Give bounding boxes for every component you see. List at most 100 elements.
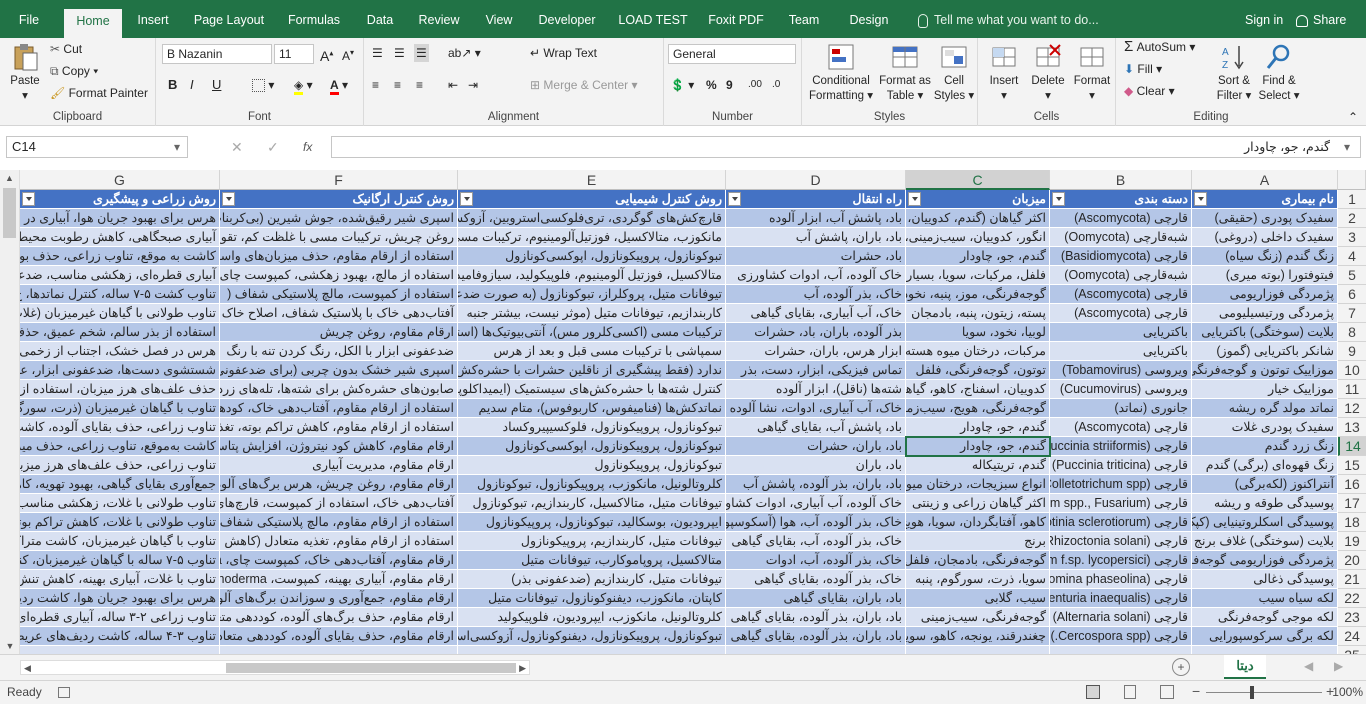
table-cell[interactable]: برنج: [906, 532, 1050, 551]
table-cell[interactable]: خاک آلوده، آب آبیاری، ادوات کشاورزی: [726, 494, 906, 513]
table-cell[interactable]: باد، باران، بذر آلوده، بقایای گیاهی: [726, 608, 906, 627]
table-cell[interactable]: قارچی (Ascomycota): [1050, 285, 1192, 304]
table-cell[interactable]: کلروتالونیل، مانکوزب، پروپیکونازول، تبوک…: [458, 475, 726, 494]
table-cell[interactable]: آبیاری صبحگاهی، کاهش رطوبت محیط: [20, 228, 220, 247]
table-cell[interactable]: گوجه‌فرنگی، سیب‌زمینی: [906, 608, 1050, 627]
table-cell[interactable]: کاشت به موقع، تناوب زراعی، حذف بوته: [20, 247, 220, 266]
row-header[interactable]: 17: [1338, 494, 1366, 513]
column-header-d[interactable]: D: [726, 170, 906, 190]
table-cell[interactable]: کاهو، آفتابگردان، سویا، هویج: [906, 513, 1050, 532]
tab-developer[interactable]: Developer: [534, 8, 600, 38]
row-header[interactable]: 23: [1338, 608, 1366, 627]
paste-button[interactable]: Paste ▾: [6, 42, 44, 104]
table-cell[interactable]: پژمردگی فوزاریومی گوجه‌فرنگی: [1192, 551, 1338, 570]
table-cell[interactable]: کدوییان، اسفناج، کاهو، گیاهان: [906, 380, 1050, 399]
sheet-tab-active[interactable]: دیتا: [1224, 655, 1266, 679]
table-cell[interactable]: [1192, 646, 1338, 654]
zoom-slider[interactable]: [1206, 692, 1322, 693]
sort-filter-button[interactable]: AZ Sort & Filter ▾: [1214, 42, 1254, 104]
table-cell[interactable]: باد، باران، بذر آلوده، بقایای گیاهی: [726, 627, 906, 646]
cut-button[interactable]: ✂ Cut: [50, 40, 82, 58]
table-cell[interactable]: هرس در فصل خشک، اجتناب از زخمی کردن: [20, 342, 220, 361]
tab-load-test[interactable]: LOAD TEST: [614, 8, 692, 38]
table-cell[interactable]: لوبیا، نخود، سویا: [906, 323, 1050, 342]
table-cell[interactable]: قارچی (Fusarium oxysporum f.sp. lycopers…: [1050, 551, 1192, 570]
increase-indent-button[interactable]: ⇥: [468, 76, 478, 94]
table-cell[interactable]: تناوب زراعی، حذف علف‌های هرز میزبان: [20, 456, 220, 475]
tab-foxit-pdf[interactable]: Foxit PDF: [704, 8, 768, 38]
share-button[interactable]: Share: [1296, 8, 1346, 32]
row-header[interactable]: 18: [1338, 513, 1366, 532]
align-right-button[interactable]: ≡: [416, 76, 423, 94]
table-cell[interactable]: لکه موجی گوجه‌فرنگی: [1192, 608, 1338, 627]
column-header-b[interactable]: B: [1050, 170, 1192, 190]
copy-button[interactable]: ⧉ Copy ▾: [50, 62, 98, 80]
table-cell[interactable]: زنگ زرد گندم: [1192, 437, 1338, 456]
table-cell[interactable]: بلایت (سوختگی) باکتریایی: [1192, 323, 1338, 342]
table-header-cell[interactable]: نام بیماری: [1192, 190, 1338, 209]
table-cell[interactable]: گندم، تریتیکاله: [906, 456, 1050, 475]
decrease-decimal-button[interactable]: .0: [772, 76, 780, 94]
row-header[interactable]: 2: [1338, 209, 1366, 228]
table-cell[interactable]: [220, 646, 458, 654]
bottom-align-button[interactable]: ☰: [414, 44, 429, 62]
row-header[interactable]: 19: [1338, 532, 1366, 551]
table-cell[interactable]: [458, 646, 726, 654]
row-header[interactable]: 24: [1338, 627, 1366, 646]
table-cell[interactable]: تناوب طولانی با غلات، زهکشی مناسب، اجتنا…: [20, 494, 220, 513]
insert-cells-button[interactable]: Insert ▾: [982, 42, 1026, 104]
table-cell[interactable]: پوسیدگی طوقه و ریشه: [1192, 494, 1338, 513]
table-cell[interactable]: خاک، بذر آلوده، آب، ادوات: [726, 551, 906, 570]
row-header[interactable]: 25: [1338, 646, 1366, 654]
table-cell[interactable]: تیوفانات متیل، کاربندازیم (ضدعفونی بذر): [458, 570, 726, 589]
table-cell[interactable]: [20, 646, 220, 654]
table-header-cell[interactable]: روش کنترل شیمیایی: [458, 190, 726, 209]
table-cell[interactable]: شبه‌قارچی (Oomycota): [1050, 228, 1192, 247]
cell-styles-button[interactable]: Cell Styles ▾: [932, 42, 976, 104]
underline-button[interactable]: U: [212, 76, 221, 94]
table-cell[interactable]: استفاده از ارقام مقاوم، تغذیه متعادل (کا…: [220, 532, 458, 551]
table-cell[interactable]: انواع سبزیجات، درختان میوه: [906, 475, 1050, 494]
column-header-e[interactable]: E: [458, 170, 726, 190]
table-cell[interactable]: استفاده از بذر سالم، شخم عمیق، حذف بقایا: [20, 323, 220, 342]
table-cell[interactable]: تناوب طولانی با غلات، کاهش تراکم بوته، ا…: [20, 513, 220, 532]
zoom-level[interactable]: 100%: [1331, 685, 1363, 699]
tell-me-box[interactable]: Tell me what you want to do...: [918, 8, 1099, 32]
table-cell[interactable]: موزاییک توتون و گوجه‌فرنگی: [1192, 361, 1338, 380]
table-cell[interactable]: پوسیدگی ذغالی: [1192, 570, 1338, 589]
column-header-c[interactable]: C: [906, 170, 1050, 190]
table-cell[interactable]: آبیاری قطره‌ای، زهکشی مناسب، ضدعفونی: [20, 266, 220, 285]
scroll-down-icon[interactable]: ▼: [0, 638, 20, 654]
table-cell[interactable]: قارچ‌کش‌های گوگردی، تری‌فلوکسی‌استروبین،…: [458, 209, 726, 228]
table-cell[interactable]: هرس برای بهبود جریان هوا، آبیاری در: [20, 209, 220, 228]
table-cell[interactable]: تبوکونازول، پروپیکونازول، اپوکسی‌کونازول: [458, 247, 726, 266]
autosum-button[interactable]: Σ AutoSum ▾: [1124, 38, 1195, 56]
table-cell[interactable]: ارقام مقاوم، مدیریت آبیاری: [220, 456, 458, 475]
table-cell[interactable]: جانوری (نماتد): [1050, 399, 1192, 418]
table-cell[interactable]: مانکوزب، متالاکسیل، فوزتیل‌آلومینیوم، تر…: [458, 228, 726, 247]
row-header[interactable]: 20: [1338, 551, 1366, 570]
table-cell[interactable]: ترکیبات مسی (اکسی‌کلرور مس)، آنتی‌بیوتیک…: [458, 323, 726, 342]
format-as-table-button[interactable]: Format as Table ▾: [878, 42, 932, 104]
tab-design[interactable]: Design: [840, 8, 898, 38]
table-cell[interactable]: قارچی (Macrophomina phaseolina): [1050, 570, 1192, 589]
table-cell[interactable]: آنتراکنوز (لکه‌برگی): [1192, 475, 1338, 494]
table-cell[interactable]: تیوفانات متیل، متالاکسیل، کاربندازیم، تب…: [458, 494, 726, 513]
table-cell[interactable]: توتون، گوجه‌فرنگی، فلفل: [906, 361, 1050, 380]
conditional-formatting-button[interactable]: Conditional Formatting ▾: [806, 42, 876, 104]
table-cell[interactable]: قارچی (Basidiomycota): [1050, 247, 1192, 266]
horizontal-scrollbar[interactable]: ◀ ▶: [20, 660, 530, 675]
table-cell[interactable]: ابزار هرس، باران، حشرات: [726, 342, 906, 361]
scroll-right-icon[interactable]: ▶: [519, 661, 526, 675]
table-cell[interactable]: خاک، بذر آلوده، آب، هوا (آسکوسپور): [726, 513, 906, 532]
table-cell[interactable]: تناوب با گیاهان غیرمیزبان، کاشت متراکم، …: [20, 532, 220, 551]
table-cell[interactable]: باد، باران: [726, 456, 906, 475]
table-header-cell[interactable]: روش زراعی و پیشگیری: [20, 190, 220, 209]
h-scroll-thumb[interactable]: [226, 663, 516, 673]
table-cell[interactable]: اسپری شیر خشک بدون چربی (برای ضدعفونی: [220, 361, 458, 380]
clear-button[interactable]: ◆ Clear ▾: [1124, 82, 1175, 100]
table-cell[interactable]: پژمردگی ورتیسیلیومی: [1192, 304, 1338, 323]
table-cell[interactable]: نماتد مولد گره ریشه: [1192, 399, 1338, 418]
table-cell[interactable]: استفاده از ارقام مقاوم، آفتاب‌دهی خاک، ک…: [220, 399, 458, 418]
table-cell[interactable]: تبوکونازول، پروپیکونازول، اپوکسی‌کونازول: [458, 437, 726, 456]
